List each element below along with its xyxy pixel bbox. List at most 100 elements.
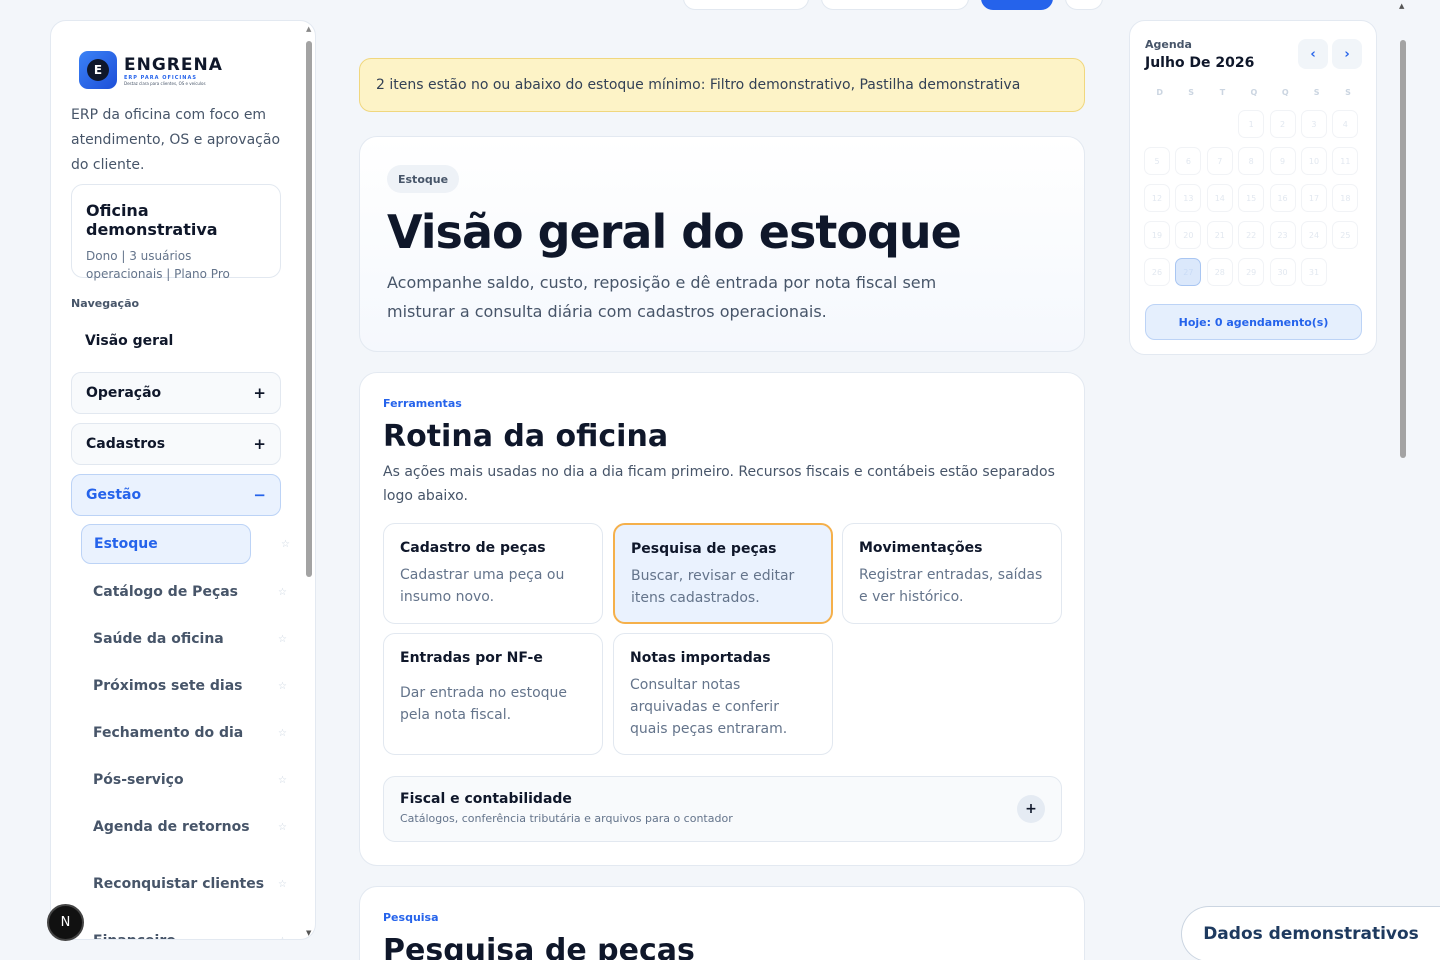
nav-item-visao-geral[interactable]: Visão geral xyxy=(85,333,173,349)
favorite-star-icon[interactable]: ☆ xyxy=(278,681,287,692)
sidebar-scrollbar[interactable]: ▲ ▼ xyxy=(303,23,315,939)
calendar-day[interactable]: 25 xyxy=(1332,221,1359,249)
calendar-day[interactable]: 19 xyxy=(1144,221,1170,249)
calendar-day[interactable]: 23 xyxy=(1269,221,1296,249)
nav-item-agenda-retornos[interactable]: Agenda de retornos ☆ xyxy=(81,807,287,847)
calendar-day[interactable]: 5 xyxy=(1144,147,1170,175)
calendar-day[interactable]: 15 xyxy=(1238,184,1265,212)
tile-entradas-nfe[interactable]: Entradas por NF-e Dar entrada no estoque… xyxy=(383,633,603,755)
calendar-month: Julho De 2026 xyxy=(1145,55,1255,71)
calendar-empty-cell xyxy=(1207,110,1233,138)
calendar-day[interactable]: 1 xyxy=(1238,110,1265,138)
calendar-next-icon[interactable]: › xyxy=(1332,39,1362,69)
calendar-day[interactable]: 4 xyxy=(1332,110,1359,138)
calendar-day[interactable]: 7 xyxy=(1206,147,1233,175)
nav-item-proximos-sete-dias[interactable]: Próximos sete dias ☆ xyxy=(81,666,287,706)
calendar-day[interactable]: 12 xyxy=(1144,184,1170,212)
nav-group-operacao[interactable]: Operação + xyxy=(71,372,281,414)
top-toolbar-button-1[interactable] xyxy=(683,0,809,10)
favorite-star-icon[interactable]: ☆ xyxy=(278,775,287,786)
calendar-day[interactable]: 31 xyxy=(1300,258,1327,286)
tile-cadastro-pecas[interactable]: Cadastro de peças Cadastrar uma peça ou … xyxy=(383,523,603,624)
favorite-star-icon[interactable]: ☆ xyxy=(278,822,287,833)
nav-item-label: Agenda de retornos xyxy=(93,819,250,835)
favorite-star-icon[interactable]: ☆ xyxy=(278,634,287,645)
nav-item-reconquistar-clientes[interactable]: Reconquistar clientes ☆ xyxy=(81,864,287,904)
calendar-day[interactable]: 17 xyxy=(1300,184,1327,212)
nav-group-label: Cadastros xyxy=(86,436,166,452)
calendar-day[interactable]: 3 xyxy=(1300,110,1327,138)
page-scroll-thumb[interactable] xyxy=(1400,40,1406,458)
nav-item-financeiro[interactable]: Financeiro ☆ xyxy=(81,921,287,939)
today-appointments-button[interactable]: Hoje: 0 agendamento(s) xyxy=(1145,304,1362,340)
calendar-day[interactable]: 10 xyxy=(1300,147,1327,175)
tile-description: Registrar entradas, saídas e ver históri… xyxy=(859,567,1043,605)
fiscal-accordion[interactable]: Fiscal e contabilidade Catálogos, confer… xyxy=(383,776,1062,842)
top-toolbar-round-button[interactable] xyxy=(1065,0,1103,10)
organization-card[interactable]: Oficina demonstrativa Dono | 3 usuários … xyxy=(71,184,281,281)
nav-group-cadastros[interactable]: Cadastros + xyxy=(71,423,281,465)
nav-item-catalogo-pecas[interactable]: Catálogo de Peças ☆ xyxy=(81,572,287,612)
demo-data-badge[interactable]: Dados demonstrativos xyxy=(1181,906,1440,960)
page-scrollbar[interactable]: ▲ xyxy=(1396,0,1410,960)
tile-title: Entradas por NF-e xyxy=(400,650,543,666)
collapse-icon: − xyxy=(253,486,266,504)
top-toolbar-search[interactable] xyxy=(821,0,969,10)
sidebar-scroll-thumb[interactable] xyxy=(306,41,312,577)
nav-item-label: Financeiro xyxy=(81,931,176,939)
calendar-label: Agenda xyxy=(1145,38,1192,51)
calendar-day[interactable]: 11 xyxy=(1332,147,1359,175)
scroll-up-arrow-icon[interactable]: ▲ xyxy=(1399,2,1404,10)
calendar-day[interactable]: 13 xyxy=(1175,184,1202,212)
calendar-day[interactable]: 26 xyxy=(1144,258,1170,286)
calendar-day[interactable]: 8 xyxy=(1238,147,1265,175)
assistant-button[interactable]: N xyxy=(47,904,84,941)
calendar-day[interactable]: 18 xyxy=(1332,184,1359,212)
tools-description: As ações mais usadas no dia a dia ficam … xyxy=(383,464,1055,504)
calendar-day[interactable]: 30 xyxy=(1269,258,1296,286)
calendar-day[interactable]: 28 xyxy=(1206,258,1233,286)
calendar-day[interactable]: 20 xyxy=(1175,221,1202,249)
agenda-calendar: Agenda Julho De 2026 ‹ › DSTQQSS 1234567… xyxy=(1129,20,1377,355)
calendar-weekday: S xyxy=(1188,88,1194,97)
nav-item-saude-oficina[interactable]: Saúde da oficina ☆ xyxy=(81,619,287,659)
calendar-day-today[interactable]: 27 xyxy=(1175,258,1202,286)
expand-icon[interactable]: + xyxy=(1017,795,1045,823)
scroll-up-arrow-icon[interactable]: ▲ xyxy=(306,25,311,33)
top-toolbar-primary-button[interactable] xyxy=(981,0,1053,10)
tile-title: Cadastro de peças xyxy=(400,540,546,556)
tile-notas-importadas[interactable]: Notas importadas Consultar notas arquiva… xyxy=(613,633,833,755)
nav-item-pos-servico[interactable]: Pós-serviço ☆ xyxy=(81,760,287,800)
calendar-day[interactable]: 2 xyxy=(1269,110,1296,138)
calendar-day[interactable]: 9 xyxy=(1269,147,1296,175)
tile-pesquisa-pecas[interactable]: Pesquisa de peças Buscar, revisar e edit… xyxy=(613,523,833,624)
calendar-day[interactable]: 6 xyxy=(1175,147,1202,175)
favorite-star-icon[interactable]: ☆ xyxy=(278,879,287,890)
favorite-star-icon[interactable]: ☆ xyxy=(278,728,287,739)
calendar-day[interactable]: 14 xyxy=(1206,184,1233,212)
tile-movimentacoes[interactable]: Movimentações Registrar entradas, saídas… xyxy=(842,523,1062,624)
nav-item-fechamento-dia[interactable]: Fechamento do dia ☆ xyxy=(81,713,287,753)
tile-title: Pesquisa de peças xyxy=(631,541,777,557)
nav-item-estoque[interactable]: Estoque ☆ xyxy=(81,524,290,564)
calendar-day[interactable]: 29 xyxy=(1238,258,1265,286)
brand-logo[interactable]: E ENGRENA ERP PARA OFICINAS Destaz clara… xyxy=(79,51,223,89)
scroll-down-arrow-icon[interactable]: ▼ xyxy=(306,929,311,937)
favorite-star-icon[interactable]: ☆ xyxy=(278,587,287,598)
organization-meta: Dono | 3 usuários operacionais | Plano P… xyxy=(86,249,230,281)
calendar-weekdays: DSTQQSS xyxy=(1144,85,1364,101)
calendar-day[interactable]: 21 xyxy=(1206,221,1233,249)
favorite-star-icon[interactable]: ☆ xyxy=(278,936,287,940)
calendar-day[interactable]: 16 xyxy=(1269,184,1296,212)
calendar-prev-icon[interactable]: ‹ xyxy=(1298,39,1328,69)
fiscal-description: Catálogos, conferência tributária e arqu… xyxy=(400,812,733,825)
nav-item-label: Catálogo de Peças xyxy=(93,584,239,600)
calendar-day[interactable]: 22 xyxy=(1238,221,1265,249)
favorite-star-icon[interactable]: ☆ xyxy=(281,539,290,550)
nav-item-label: Pós-serviço xyxy=(93,772,184,788)
calendar-day[interactable]: 24 xyxy=(1300,221,1327,249)
tools-title: Rotina da oficina xyxy=(383,419,669,454)
brand-name: ENGRENA xyxy=(124,54,223,75)
nav-group-gestao[interactable]: Gestão − xyxy=(71,474,281,516)
tile-title: Notas importadas xyxy=(630,650,771,666)
